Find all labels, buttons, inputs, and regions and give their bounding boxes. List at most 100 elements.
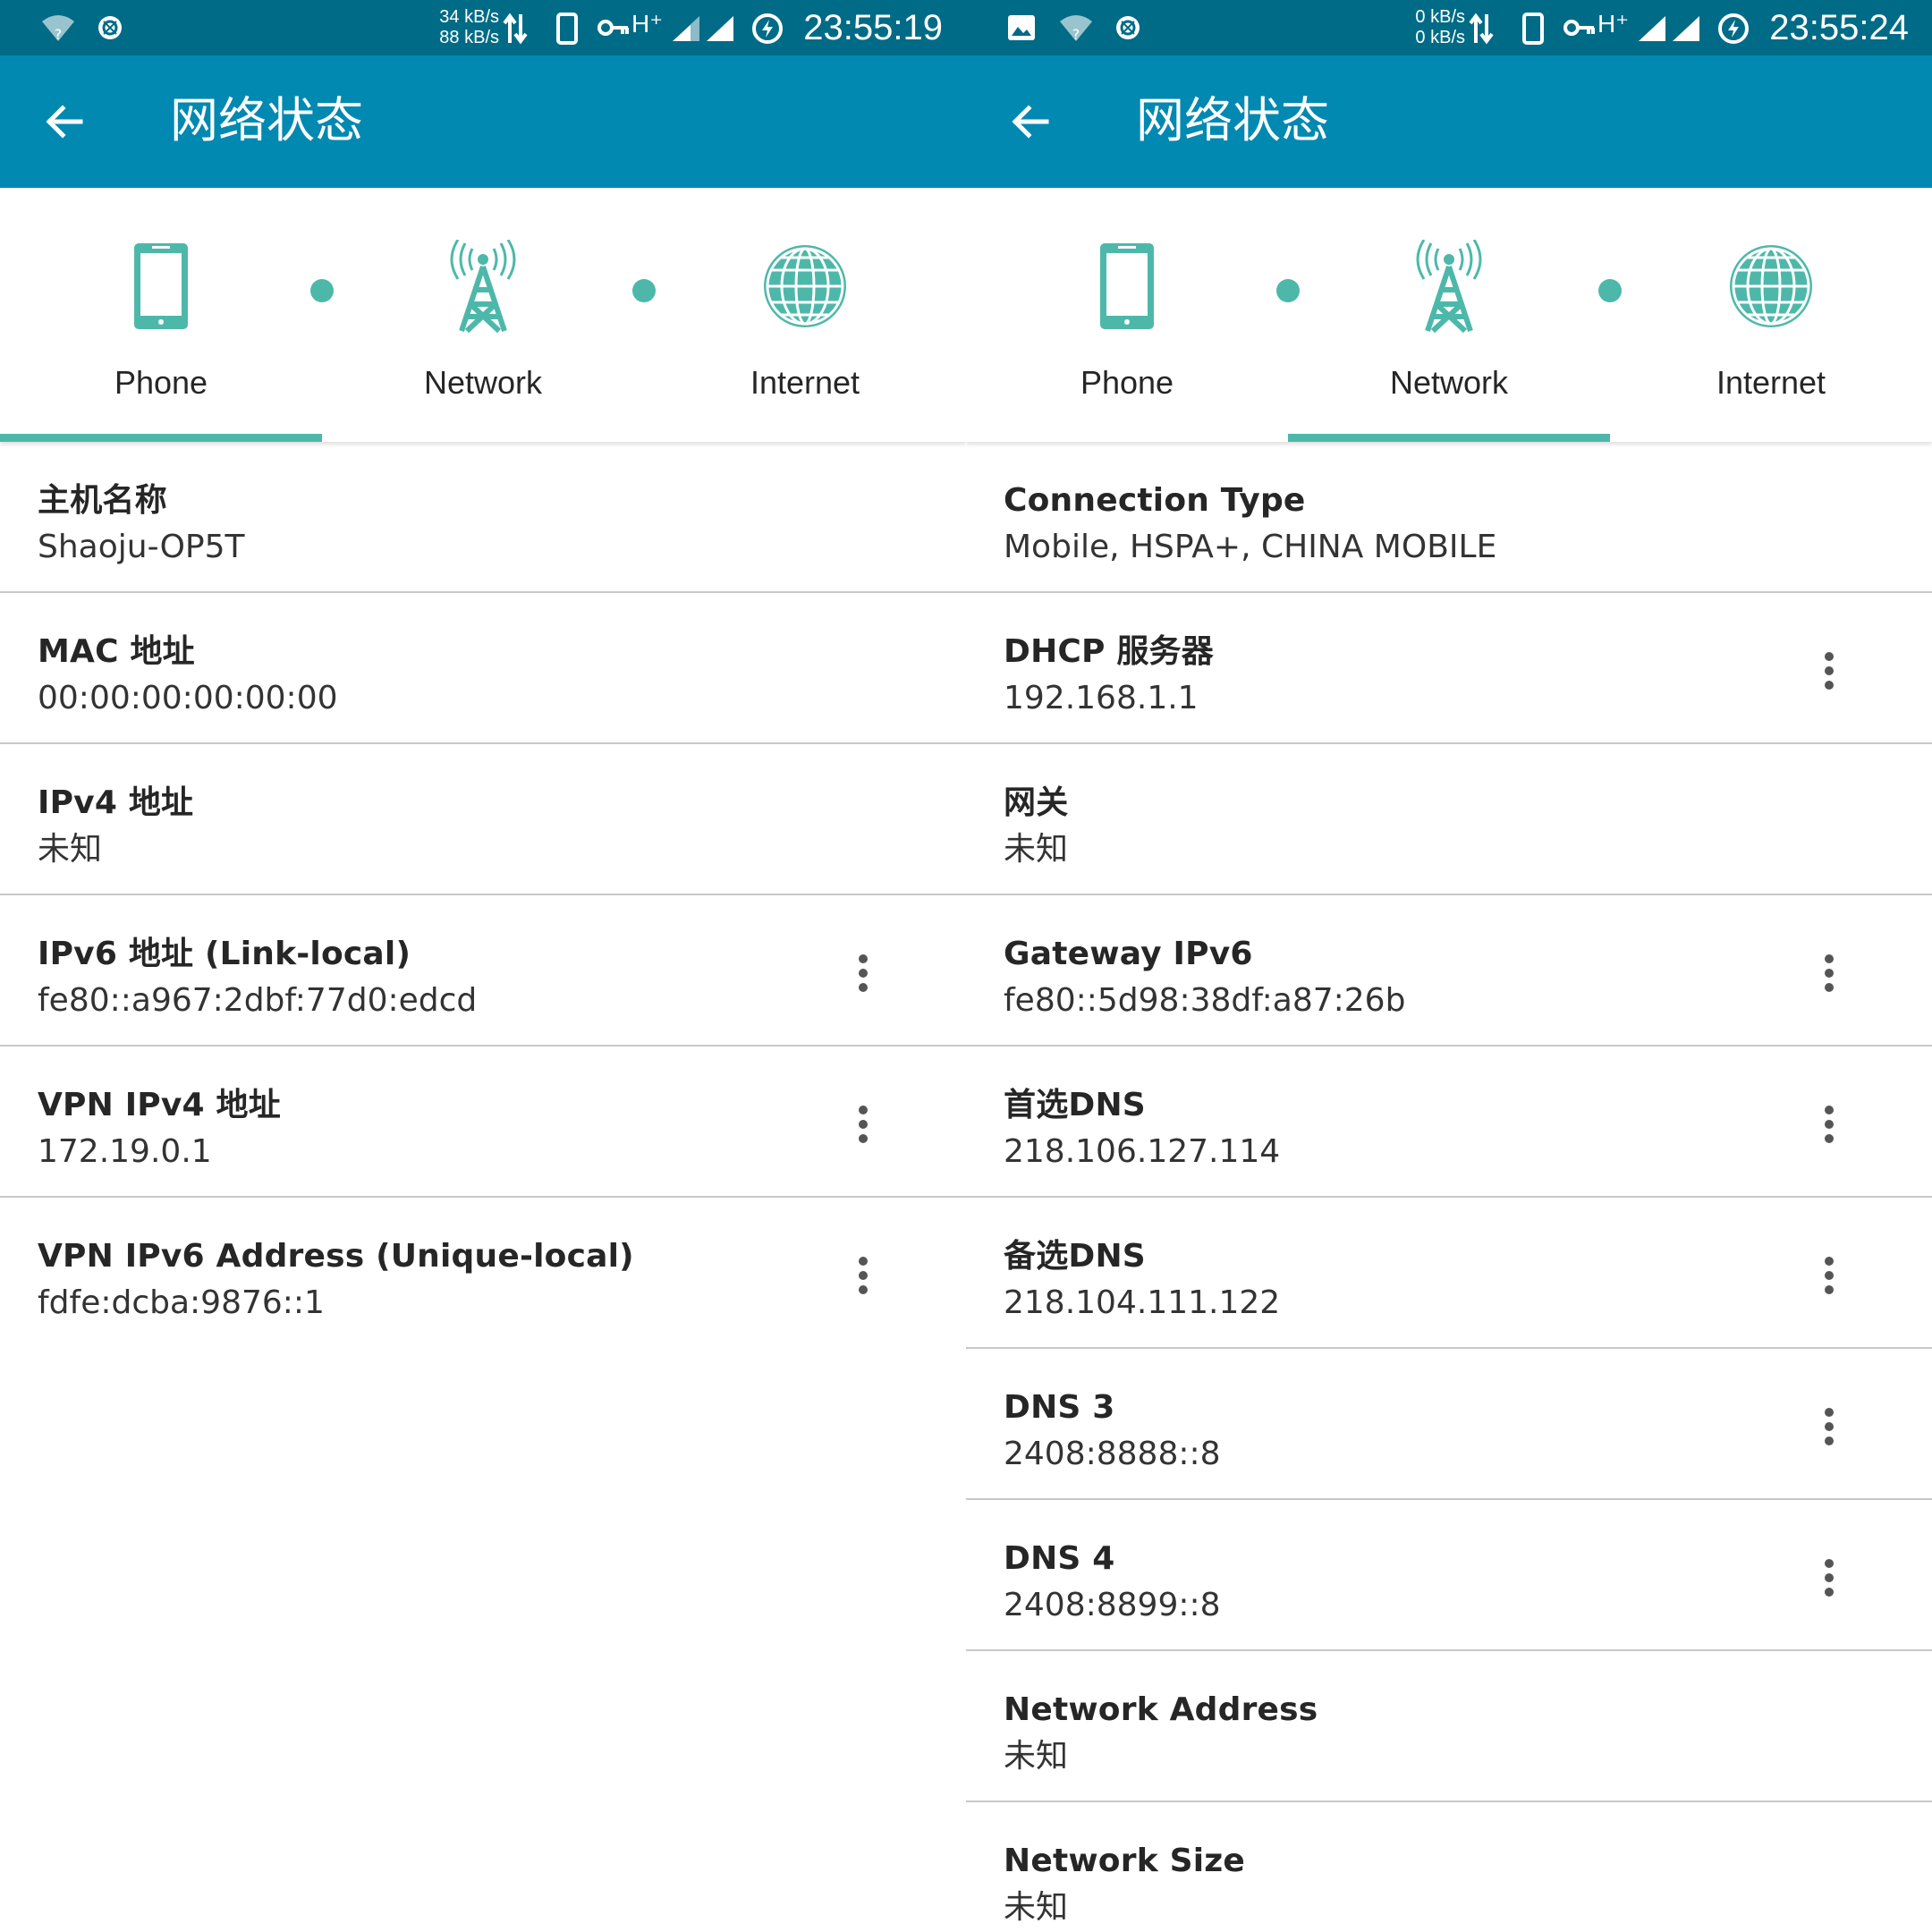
sync-icon	[1116, 16, 1140, 39]
tab-network[interactable]: Network	[1288, 188, 1610, 442]
battery-saver-icon	[752, 13, 783, 44]
back-arrow-icon[interactable]	[39, 97, 89, 147]
back-arrow-icon[interactable]	[1005, 97, 1055, 147]
vpn-key-icon	[597, 20, 629, 36]
item-label: MAC 地址	[38, 633, 195, 670]
list-item-ipv6-link-local[interactable]: IPv6 地址 (Link-local) fe80::a967:2dbf:77d…	[0, 895, 966, 1046]
more-vert-icon[interactable]	[835, 945, 889, 999]
item-label: DNS 4	[1004, 1540, 1115, 1577]
list-item-network-address: Network Address 未知	[966, 1651, 1932, 1802]
page-title: 网络状态	[170, 92, 363, 148]
list-item-gateway-ipv6[interactable]: Gateway IPv6 fe80::5d98:38df:a87:26b	[966, 895, 1932, 1046]
cell-tower-icon	[450, 240, 516, 334]
list-item-dns-3[interactable]: DNS 3 2408:8888::8	[966, 1349, 1932, 1500]
globe-icon	[764, 245, 846, 327]
battery-saver-icon	[1718, 13, 1749, 44]
phone-vibrate-icon	[1522, 13, 1544, 45]
info-list: 主机名称 Shaoju-OP5T MAC 地址 00:00:00:00:00:0…	[0, 442, 966, 1349]
signal-icon	[1639, 16, 1665, 41]
signal-icon	[673, 16, 699, 41]
tab-strip: Phone Network Internet	[0, 188, 966, 442]
svg-text:?: ?	[55, 26, 63, 43]
wifi-unknown-icon: ?	[42, 15, 74, 43]
tab-phone-label: Phone	[114, 364, 208, 401]
list-item-vpn-ipv4[interactable]: VPN IPv4 地址 172.19.0.1	[0, 1046, 966, 1198]
tab-internet[interactable]: Internet	[644, 188, 966, 442]
list-item-mac-address: MAC 地址 00:00:00:00:00:00	[0, 593, 966, 744]
more-vert-icon[interactable]	[835, 1097, 889, 1150]
download-speed: 88 kB/s	[439, 28, 499, 47]
list-item-primary-dns[interactable]: 首选DNS 218.106.127.114	[966, 1046, 1932, 1198]
item-value: 未知	[38, 831, 103, 868]
cell-tower-icon	[1416, 240, 1482, 334]
item-label: Network Address	[1004, 1691, 1318, 1728]
tab-strip: Phone Network Internet	[966, 188, 1932, 442]
signal-icon-2	[1673, 16, 1699, 41]
item-label: 主机名称	[38, 482, 167, 519]
tab-network-label: Network	[423, 364, 543, 401]
item-value: 218.104.111.122	[1004, 1284, 1281, 1321]
list-item-vpn-ipv6[interactable]: VPN IPv6 Address (Unique-local) fdfe:dcb…	[0, 1198, 966, 1349]
data-transfer-icon	[503, 13, 528, 45]
list-item-dhcp-server[interactable]: DHCP 服务器 192.168.1.1	[966, 593, 1932, 744]
item-label: 备选DNS	[1004, 1238, 1146, 1275]
item-value: 未知	[1004, 1889, 1069, 1926]
tab-phone[interactable]: Phone	[0, 188, 322, 442]
more-vert-icon[interactable]	[1801, 1248, 1855, 1301]
more-vert-icon[interactable]	[1801, 945, 1855, 999]
item-value: fdfe:dcba:9876::1	[38, 1284, 325, 1321]
tab-indicator	[0, 434, 322, 442]
tab-internet-label: Internet	[750, 364, 860, 401]
app-bar: 网络状态	[0, 55, 966, 188]
item-label: DHCP 服务器	[1004, 633, 1214, 670]
list-item-secondary-dns[interactable]: 备选DNS 218.104.111.122	[966, 1198, 1932, 1349]
item-label: Gateway IPv6	[1004, 936, 1253, 972]
more-vert-icon[interactable]	[1801, 1550, 1855, 1604]
phone-icon	[1100, 243, 1154, 329]
item-value: 未知	[1004, 1738, 1069, 1775]
tab-phone[interactable]: Phone	[966, 188, 1288, 442]
item-value: 未知	[1004, 831, 1069, 868]
more-vert-icon[interactable]	[1801, 1097, 1855, 1150]
app-bar: 网络状态	[966, 55, 1932, 188]
globe-icon	[1730, 245, 1812, 327]
phone-icon	[134, 243, 188, 329]
list-item-dns-4[interactable]: DNS 4 2408:8899::8	[966, 1500, 1932, 1651]
download-speed: 0 kB/s	[1415, 28, 1465, 47]
item-label: 首选DNS	[1004, 1087, 1146, 1123]
item-value: 2408:8888::8	[1004, 1436, 1221, 1472]
vpn-key-icon	[1563, 20, 1595, 36]
network-type: H⁺	[631, 10, 663, 38]
upload-speed: 34 kB/s	[439, 7, 499, 27]
list-item-gateway: 网关 未知	[966, 744, 1932, 895]
tab-internet-label: Internet	[1716, 364, 1826, 401]
clock: 23:55:19	[803, 8, 943, 47]
item-label: 网关	[1004, 784, 1069, 821]
signal-icon-2	[707, 16, 733, 41]
status-bar: ? 34 kB/s 88 kB/s H⁺ 23:55:19	[0, 0, 966, 55]
item-label: IPv4 地址	[38, 784, 194, 821]
image-icon	[1008, 15, 1035, 40]
network-speed: 0 kB/s 0 kB/s	[1392, 7, 1465, 48]
data-transfer-icon	[1469, 13, 1494, 45]
list-item-connection-type: Connection Type Mobile, HSPA+, CHINA MOB…	[966, 442, 1932, 593]
info-list: Connection Type Mobile, HSPA+, CHINA MOB…	[966, 442, 1932, 1932]
more-vert-icon[interactable]	[835, 1248, 889, 1301]
item-value: 172.19.0.1	[38, 1133, 212, 1170]
tab-internet[interactable]: Internet	[1610, 188, 1932, 442]
item-label: Network Size	[1004, 1843, 1246, 1879]
item-value: 2408:8899::8	[1004, 1587, 1221, 1623]
network-type: H⁺	[1597, 10, 1629, 38]
item-value: Mobile, HSPA+, CHINA MOBILE	[1004, 529, 1497, 565]
tab-network[interactable]: Network	[322, 188, 644, 442]
screen-network-tab: ? 0 kB/s 0 kB/s H⁺ 23:55:24 网络状态 Phone N…	[966, 0, 1932, 1932]
wifi-unknown-icon: ?	[1060, 15, 1092, 43]
item-label: Connection Type	[1004, 482, 1306, 519]
more-vert-icon[interactable]	[1801, 643, 1855, 697]
sync-icon	[98, 16, 122, 39]
status-bar: ? 0 kB/s 0 kB/s H⁺ 23:55:24	[966, 0, 1932, 55]
upload-speed: 0 kB/s	[1415, 7, 1465, 27]
more-vert-icon[interactable]	[1801, 1399, 1855, 1453]
item-label: VPN IPv6 Address (Unique-local)	[38, 1238, 634, 1275]
item-label: VPN IPv4 地址	[38, 1087, 281, 1123]
